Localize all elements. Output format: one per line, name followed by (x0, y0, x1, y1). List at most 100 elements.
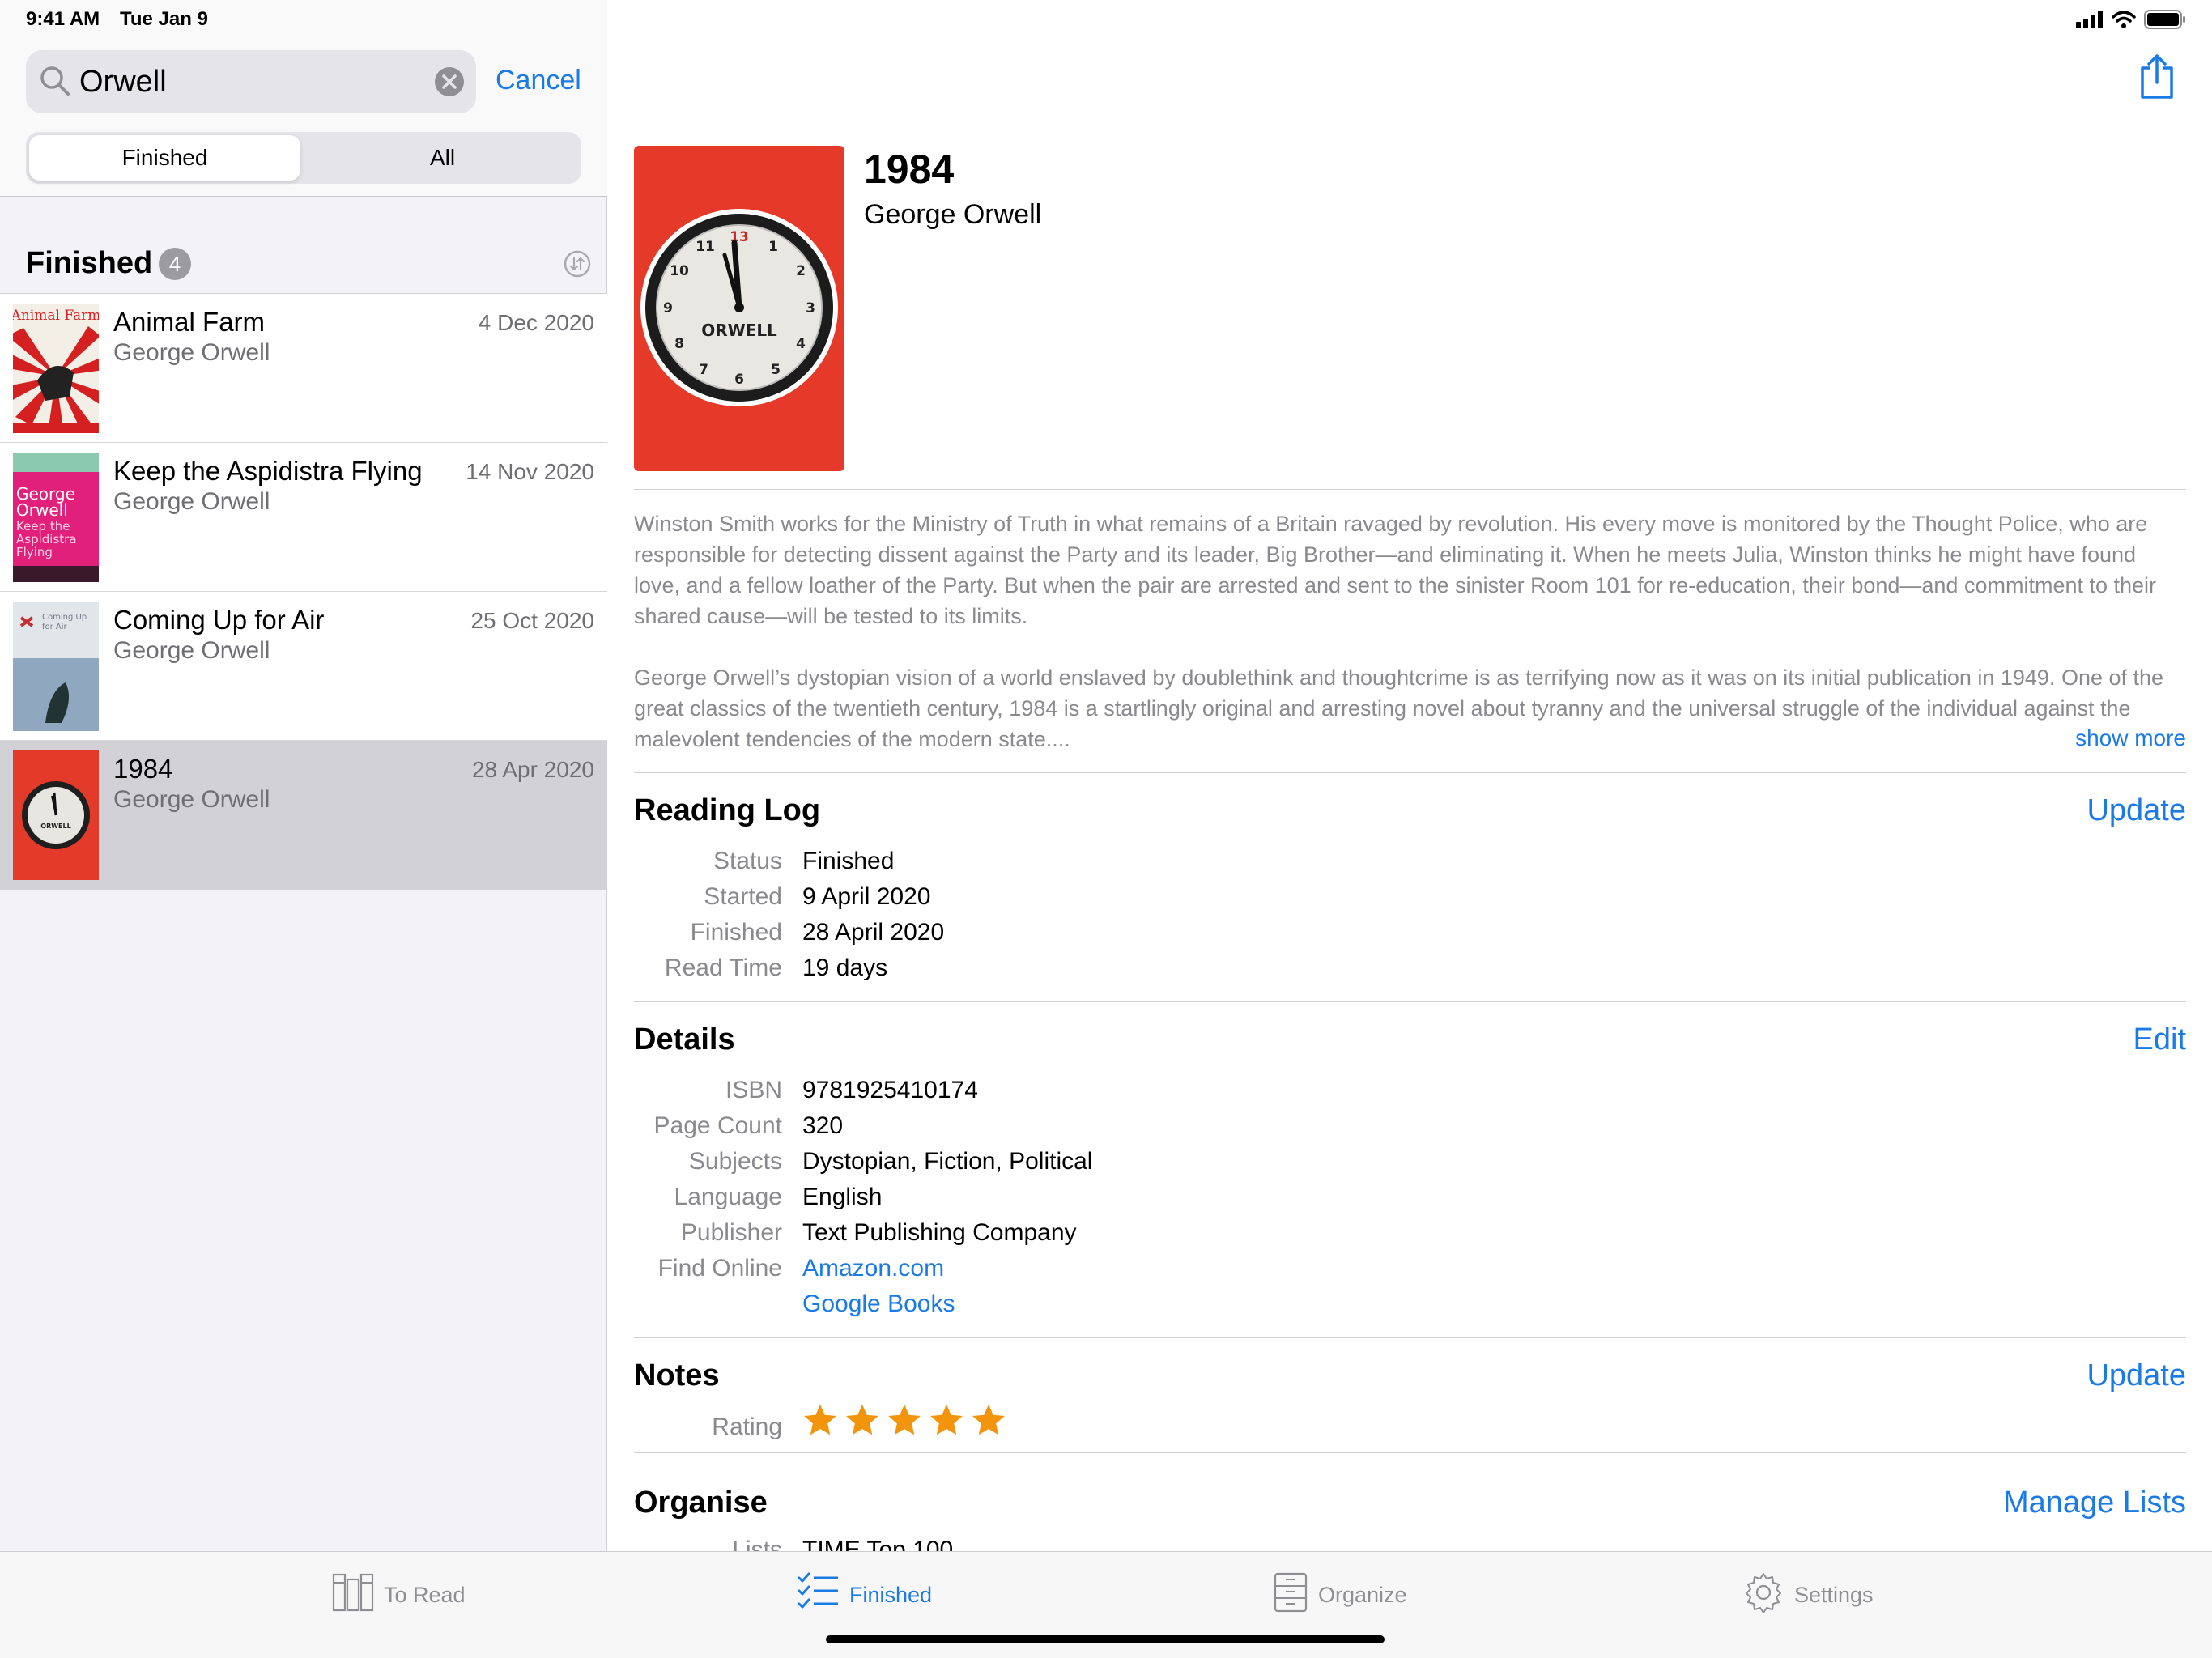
sort-icon[interactable] (564, 250, 591, 282)
star-icon (972, 1404, 1005, 1435)
tab-organize-label: Organize (1318, 1583, 1407, 1607)
svg-text:8: 8 (674, 336, 684, 352)
detail-title: 1984 (864, 147, 955, 192)
book-date: 28 Apr 2020 (471, 757, 594, 782)
book-list: Animal Farm Animal Farm George Orwell 4 … (0, 293, 607, 890)
book-cover-animal-farm: Animal Farm (13, 304, 99, 433)
svg-text:7: 7 (699, 362, 708, 378)
started-label: Started (704, 883, 782, 910)
google-books-link[interactable]: Google Books (802, 1290, 955, 1318)
svg-text:ORWELL: ORWELL (40, 823, 70, 830)
list-item[interactable]: Coming Up for Air Coming Up for Air Geor… (0, 592, 607, 741)
tab-organize[interactable]: Organize (1273, 1571, 1407, 1619)
book-title: Keep the Aspidistra Flying (113, 456, 423, 486)
language-value: English (802, 1184, 883, 1210)
update-reading-log-button[interactable]: Update (2087, 793, 2186, 828)
description-paragraph-2: George Orwell’s dystopian vision of a wo… (634, 665, 2164, 751)
section-title: Finished (26, 246, 153, 280)
svg-text:Flying: Flying (16, 545, 53, 559)
rating-stars (802, 1402, 1006, 1438)
divider (634, 489, 2186, 490)
cellular-signal-icon (2076, 11, 2104, 32)
divider (634, 772, 2186, 773)
book-author: George Orwell (113, 488, 270, 515)
segment-all[interactable]: All (307, 135, 578, 181)
tab-settings[interactable]: Settings (1742, 1571, 1874, 1619)
tab-settings-label: Settings (1794, 1583, 1874, 1607)
wifi-icon (2112, 11, 2136, 32)
list-item-selected[interactable]: ORWELL 1984 George Orwell 28 Apr 2020 (0, 741, 607, 890)
status-date: Tue Jan 9 (120, 8, 208, 30)
svg-text:6: 6 (734, 372, 744, 388)
cancel-button[interactable]: Cancel (496, 65, 581, 96)
search-value: Orwell (79, 65, 167, 99)
page-count-label: Page Count (653, 1112, 782, 1139)
read-time-value: 19 days (802, 954, 888, 981)
divider (634, 1337, 2186, 1338)
tab-to-read-label: To Read (384, 1583, 466, 1607)
book-author: George Orwell (113, 786, 270, 813)
book-cover-1984: ORWELL (13, 750, 99, 880)
svg-text:for Air: for Air (42, 623, 68, 631)
book-date: 14 Nov 2020 (466, 459, 594, 484)
amazon-link[interactable]: Amazon.com (802, 1255, 944, 1282)
book-author: George Orwell (113, 339, 270, 366)
manage-lists-button[interactable]: Manage Lists (2003, 1486, 2186, 1520)
tab-to-read[interactable]: To Read (332, 1571, 466, 1619)
status-icons (2076, 10, 2186, 33)
filter-segmented-control: Finished All (26, 132, 581, 184)
book-list-pane: 9:41 AM Tue Jan 9 Orwell Cancel Finished… (0, 0, 607, 1551)
detail-cover-text: ORWELL (701, 321, 777, 340)
show-more-link[interactable]: show more (2075, 725, 2186, 751)
details-heading: Details (634, 1022, 735, 1056)
segment-finished[interactable]: Finished (29, 135, 300, 181)
organise-heading: Organise (634, 1486, 768, 1520)
share-icon[interactable] (2138, 53, 2176, 104)
tab-finished[interactable]: Finished (798, 1571, 932, 1619)
list-item[interactable]: George Orwell Keep the Aspidistra Flying… (0, 443, 607, 592)
subjects-label: Subjects (688, 1148, 782, 1175)
section-count-badge: 4 (159, 248, 191, 280)
edit-details-button[interactable]: Edit (2133, 1022, 2186, 1057)
started-value: 9 April 2020 (802, 883, 931, 910)
language-label: Language (674, 1184, 782, 1210)
book-cover-coming-up-for-air: Coming Up for Air (13, 602, 99, 731)
star-icon (930, 1404, 963, 1435)
list-item[interactable]: Animal Farm Animal Farm George Orwell 4 … (0, 294, 607, 443)
book-cover-keep-the-aspidistra-flying: George Orwell Keep the Aspidistra Flying (13, 453, 99, 582)
publisher-value: Text Publishing Company (802, 1219, 1077, 1246)
checklist-icon (798, 1571, 840, 1619)
svg-text:4: 4 (796, 336, 806, 352)
book-date: 25 Oct 2020 (470, 608, 594, 633)
svg-text:Animal Farm: Animal Farm (13, 308, 99, 324)
svg-text:5: 5 (771, 362, 781, 378)
battery-icon (2144, 10, 2186, 33)
notes-heading: Notes (634, 1358, 720, 1392)
star-icon (846, 1404, 878, 1435)
description-paragraph-1: Winston Smith works for the Ministry of … (634, 512, 2157, 628)
search-input[interactable]: Orwell (26, 50, 476, 113)
svg-text:11: 11 (696, 239, 715, 255)
svg-text:Orwell: Orwell (16, 500, 68, 520)
divider (634, 1452, 2186, 1453)
status-time: 9:41 AM (26, 8, 100, 30)
book-title: Animal Farm (113, 307, 266, 337)
clear-search-icon[interactable] (434, 66, 465, 101)
home-indicator (826, 1635, 1385, 1643)
gear-icon (1742, 1571, 1784, 1619)
subjects-value: Dystopian, Fiction, Political (802, 1148, 1093, 1175)
status-label: Status (713, 848, 782, 874)
update-notes-button[interactable]: Update (2087, 1358, 2186, 1393)
publisher-label: Publisher (680, 1219, 782, 1246)
finished-value: 28 April 2020 (802, 919, 945, 946)
detail-author: George Orwell (864, 199, 1042, 230)
find-online-label: Find Online (657, 1255, 782, 1282)
read-time-label: Read Time (664, 954, 782, 981)
star-icon (804, 1404, 836, 1435)
book-title: 1984 (113, 754, 173, 784)
svg-text:2: 2 (796, 263, 806, 279)
divider (634, 1001, 2186, 1002)
star-icon (888, 1404, 921, 1435)
book-date: 4 Dec 2020 (478, 310, 594, 335)
svg-text:10: 10 (670, 263, 689, 279)
